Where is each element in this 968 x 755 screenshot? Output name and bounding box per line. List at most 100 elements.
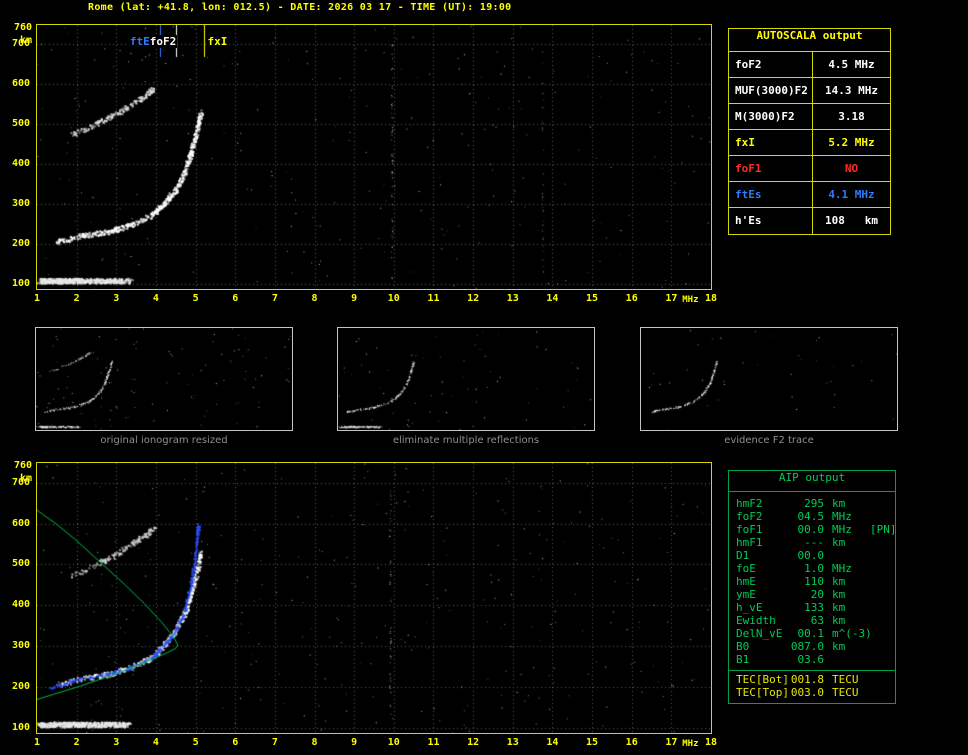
autoscala-param-value: 108 km	[825, 214, 878, 227]
x-tick-label: 17	[665, 293, 678, 304]
station-date-header: Rome (lat: +41.8, lon: 012.5) - DATE: 20…	[88, 2, 512, 13]
aip-tec-separator	[729, 670, 895, 671]
x-tick-label: 3	[113, 737, 120, 748]
aip-name: h_vE	[736, 601, 763, 614]
aip-unit: TECU	[832, 686, 859, 699]
mini-panel-original-ionogram	[35, 327, 293, 431]
aip-row-d1: D1 00.0	[736, 549, 895, 562]
x-tick-label: 17	[665, 737, 678, 748]
x-tick-label: 5	[192, 293, 199, 304]
aip-row-yme: ymE 20 km	[736, 588, 895, 601]
x-tick-label: 13	[506, 737, 519, 748]
y-tick-label: 700	[11, 38, 30, 50]
autoscala-param-value: 5.2 MHz	[828, 136, 875, 149]
y-tick-label: 400	[11, 158, 30, 170]
aip-name: foF1	[736, 523, 763, 536]
aip-unit: km	[832, 640, 846, 653]
aip-unit: km	[832, 588, 846, 601]
autoscala-row-ftes: ftEs 4.1 MHz	[729, 182, 890, 208]
x-tick-label: 14	[546, 293, 559, 304]
aip-unit: m^(-3)	[832, 627, 872, 640]
aip-row-hmf2: hmF2 295 km	[736, 497, 895, 510]
aip-unit: km	[832, 575, 846, 588]
critical-frequency-marker-labels: ftE foF2	[128, 35, 178, 48]
y-tick-label: 300	[11, 198, 30, 210]
aip-val: 63	[810, 614, 824, 627]
autoscala-param-value: 14.3 MHz	[825, 84, 878, 97]
aip-val: 03.6	[797, 653, 825, 666]
marker-label-fof2: foF2	[149, 35, 177, 48]
aip-name: DelN_vE	[736, 627, 783, 640]
autoscala-param-name: foF1	[729, 156, 813, 181]
aip-val: 110	[804, 575, 824, 588]
y-tick-label: 100	[11, 722, 30, 734]
x-tick-label: 18	[704, 293, 718, 304]
aip-table-title: AIP output	[729, 471, 895, 492]
x-tick-label: 4	[152, 737, 159, 748]
mini-panel-evidence-f2	[640, 327, 898, 431]
autoscala-param-name: MUF(3000)F2	[729, 78, 813, 103]
aip-name: hmF2	[736, 497, 763, 510]
aip-val: 087.0	[790, 640, 824, 653]
mini-panel-caption-original: original ionogram resized	[100, 435, 228, 446]
aip-unit: MHz	[832, 523, 852, 536]
y-tick-label: 600	[11, 78, 30, 90]
y-tick-label: 100	[11, 278, 30, 290]
aip-output-table: AIP output hmF2 295 km foF2 04.5 MHz foF1 00.0 M…	[728, 470, 897, 704]
x-tick-label: 14	[546, 737, 559, 748]
x-tick-label: 12	[467, 293, 480, 304]
aip-val: 001.8	[790, 673, 824, 686]
aip-note: [PN]	[870, 523, 897, 536]
aip-name: foE	[736, 562, 756, 575]
aip-val: 20	[810, 588, 824, 601]
y-tick-label: 600	[11, 517, 30, 529]
mini-panel-eliminate-reflections	[337, 327, 595, 431]
x-tick-label: 16	[625, 293, 638, 304]
autoscala-row-fof2: foF2 4.5 MHz	[729, 52, 890, 78]
x-tick-label: 2	[73, 293, 80, 304]
aip-val: 00.1	[797, 627, 825, 640]
marker-label-fxi-box: fxI	[206, 35, 229, 48]
autoscala-param-value: 3.18	[838, 110, 865, 123]
x-tick-label: 1	[33, 737, 41, 748]
x-tick-label: 18	[704, 737, 718, 748]
aip-val: 003.0	[790, 686, 824, 699]
aip-row-hve: h_vE 133 km	[736, 601, 895, 614]
aip-val: 295	[804, 497, 824, 510]
aip-unit: km	[832, 614, 846, 627]
y-axis-max-label: 760	[13, 460, 32, 471]
aip-unit: km	[832, 497, 846, 510]
aip-unit: MHz	[832, 562, 852, 575]
x-tick-label: 12	[467, 737, 480, 748]
x-tick-label: 10	[387, 293, 400, 304]
autoscala-table-title: AUTOSCALA output	[729, 29, 890, 52]
x-tick-label: 8	[311, 293, 318, 304]
x-tick-label: 11	[427, 293, 440, 304]
aip-val: 04.5	[797, 510, 825, 523]
marker-label-fte: ftE	[129, 35, 150, 48]
aip-name: TEC[Bot]	[736, 673, 789, 686]
y-tick-label: 300	[11, 640, 30, 652]
autoscala-param-name: h'Es	[729, 208, 813, 234]
aip-row-delnve: DelN_vE 00.1 m^(-3)	[736, 627, 895, 640]
x-axis-unit-label: MHz	[682, 739, 699, 749]
aip-unit: TECU	[832, 673, 859, 686]
aip-unit: MHz	[832, 510, 852, 523]
x-tick-label: 5	[192, 737, 199, 748]
marker-label-fxi: fxI	[207, 35, 228, 48]
y-tick-label: 400	[11, 599, 30, 611]
aip-row-hmf1: hmF1 --- km	[736, 536, 895, 549]
aip-val: 00.0	[797, 523, 825, 536]
aip-val: 00.0	[797, 549, 825, 562]
aip-row-foe: foE 1.0 MHz	[736, 562, 895, 575]
x-tick-label: 6	[232, 293, 239, 304]
x-tick-label: 8	[311, 737, 318, 748]
x-tick-label: 9	[351, 293, 358, 304]
aip-name: hmF1	[736, 536, 763, 549]
x-tick-label: 2	[73, 737, 80, 748]
autoscala-row-m3000f2: M(3000)F2 3.18	[729, 104, 890, 130]
mini-panel-caption-evidence: evidence F2 trace	[724, 435, 814, 446]
x-tick-label: 13	[506, 293, 519, 304]
aip-name: hmE	[736, 575, 756, 588]
aip-name: B1	[736, 653, 750, 666]
